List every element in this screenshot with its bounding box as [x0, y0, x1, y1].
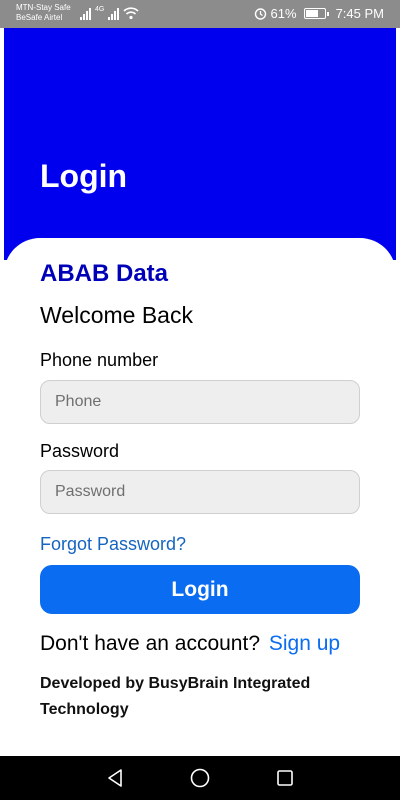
password-label: Password — [40, 441, 120, 461]
status-bar: MTN-Stay Safe BeSafe Airtel 4G 61% 7:45 … — [0, 0, 400, 28]
battery-icon — [303, 8, 329, 19]
phone-input[interactable] — [40, 380, 360, 424]
signal-icon — [80, 8, 91, 20]
signal-icon-2 — [108, 8, 120, 20]
navigation-bar — [0, 756, 400, 800]
phone-label: Phone number — [40, 350, 159, 370]
login-card: ABAB Data Welcome Back Phone number Pass… — [4, 238, 396, 756]
battery-percent: 61% — [270, 6, 297, 21]
carrier-name-2: BeSafe Airtel — [16, 13, 63, 22]
back-icon[interactable] — [104, 767, 126, 789]
signup-row: Don't have an account? Sign up — [40, 632, 340, 656]
clock: 7:45 PM — [335, 6, 384, 21]
wifi-icon — [123, 7, 139, 20]
developer-credit: Developed by BusyBrain Integrated Techno… — [40, 675, 311, 718]
login-button[interactable]: Login — [40, 565, 360, 614]
battery-fill — [305, 10, 318, 17]
signup-link[interactable]: Sign up — [269, 632, 340, 655]
forgot-password-link[interactable]: Forgot Password? — [40, 534, 186, 555]
welcome-heading: Welcome Back — [40, 302, 193, 328]
signal-icons: 4G — [80, 6, 139, 20]
alarm-icon — [254, 8, 266, 20]
brand-name: ABAB Data — [40, 260, 169, 287]
home-icon[interactable] — [189, 767, 211, 789]
password-input[interactable] — [40, 470, 360, 514]
recent-apps-icon[interactable] — [274, 767, 296, 789]
carrier-name-1: MTN-Stay Safe — [16, 3, 71, 12]
carrier-info: MTN-Stay Safe BeSafe Airtel — [16, 3, 71, 23]
page-title: Login — [40, 158, 128, 194]
status-right: 61% 7:45 PM — [254, 6, 384, 21]
signup-prompt: Don't have an account? — [40, 632, 260, 655]
network-type: 4G — [95, 6, 105, 13]
header: Login — [4, 28, 396, 260]
